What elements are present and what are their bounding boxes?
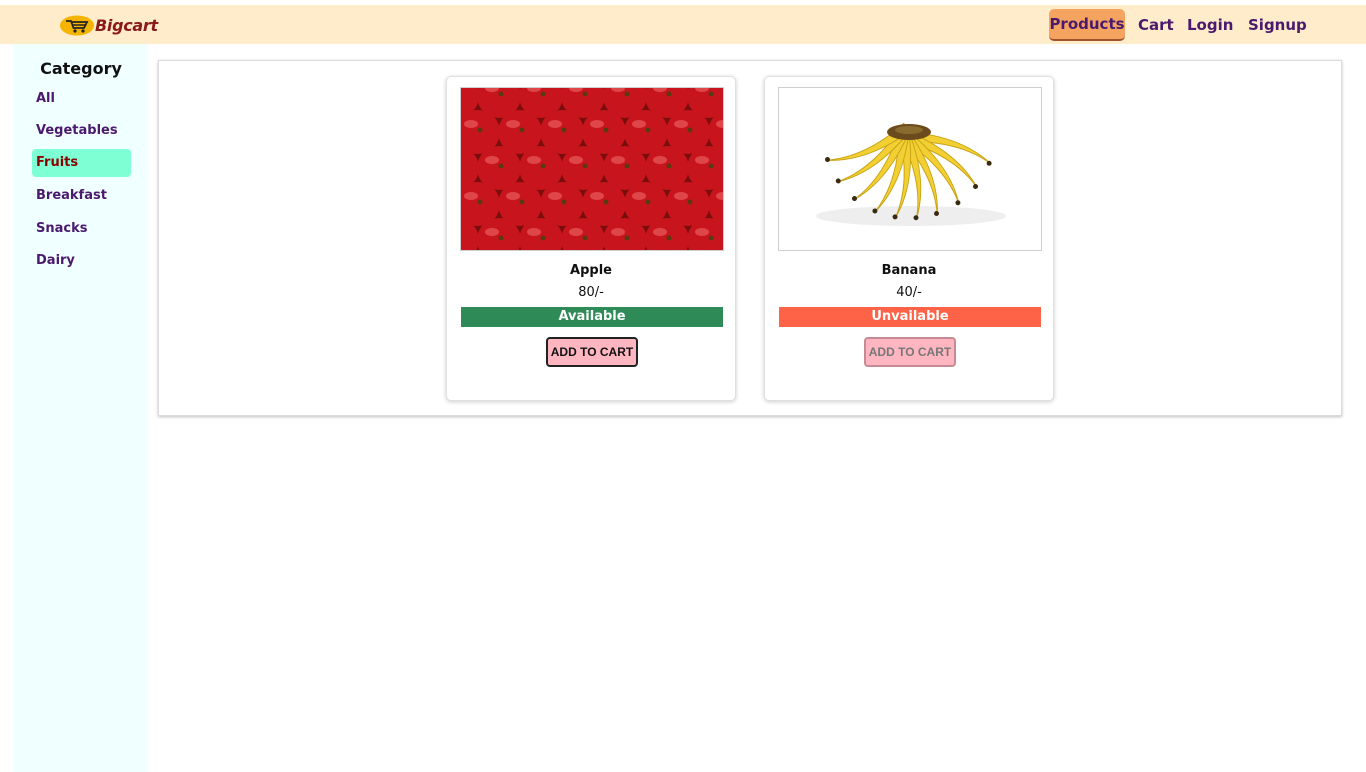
add-to-cart-button[interactable]: ADD TO CART (864, 337, 956, 367)
banana-image (778, 87, 1042, 251)
availability-badge: Available (461, 307, 723, 327)
category-item-dairy[interactable]: Dairy (32, 247, 131, 275)
category-item-breakfast[interactable]: Breakfast (32, 182, 131, 210)
category-title: Category (40, 59, 122, 78)
products-panel: Apple 80/- Available ADD TO CART Banana … (158, 60, 1342, 416)
product-card-apple: Apple 80/- Available ADD TO CART (446, 76, 736, 401)
category-item-all[interactable]: All (32, 85, 131, 113)
category-sidebar: Category All Vegetables Fruits Breakfast… (14, 44, 148, 772)
brand-name: Bigcart (95, 15, 158, 35)
cart-logo-icon (59, 15, 95, 36)
brand[interactable]: Bigcart (59, 13, 158, 37)
availability-badge: Unvailable (779, 307, 1041, 327)
product-name: Apple (570, 263, 612, 278)
nav-products[interactable]: Products (1049, 9, 1125, 41)
navbar: Bigcart Products Cart Login Signup (0, 5, 1366, 44)
nav-cart[interactable]: Cart (1138, 16, 1174, 34)
add-to-cart-button[interactable]: ADD TO CART (546, 337, 638, 367)
apple-image (460, 87, 724, 251)
category-item-snacks[interactable]: Snacks (32, 215, 131, 243)
category-item-fruits[interactable]: Fruits (32, 149, 131, 177)
nav-signup[interactable]: Signup (1248, 16, 1307, 34)
product-card-banana: Banana 40/- Unvailable ADD TO CART (764, 76, 1054, 401)
product-price: 80/- (578, 285, 604, 300)
product-price: 40/- (896, 285, 922, 300)
product-name: Banana (881, 263, 937, 278)
nav-login[interactable]: Login (1187, 16, 1233, 34)
category-item-vegetables[interactable]: Vegetables (32, 117, 131, 145)
